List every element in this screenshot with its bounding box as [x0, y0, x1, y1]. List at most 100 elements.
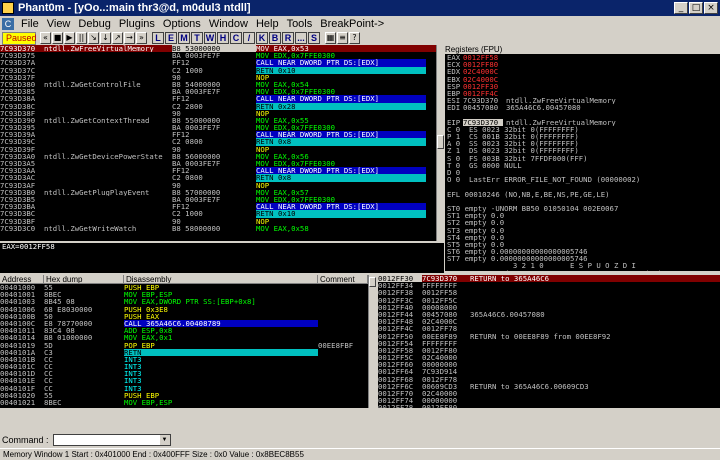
toolbar-button[interactable]: → [124, 32, 135, 44]
dump-row[interactable]: 00401000 55 PUSH EBP [0, 284, 368, 291]
stack-row[interactable]: 0012FF34 FFFFFFFF [378, 282, 720, 289]
stack-row[interactable]: 0012FF58 0012FF80 [378, 347, 720, 354]
dump-row[interactable]: 00401011 83C4 08 ADD ESP,0x8 [0, 327, 368, 334]
menu-debug[interactable]: Debug [74, 18, 114, 30]
toolbar-window-button[interactable]: C [230, 32, 242, 44]
register-row[interactable]: EBX 02C4000C [445, 76, 720, 83]
disasm-row[interactable]: 7C93D395 BA 0003FE7F MOV EDX,0x7FFE0300 [0, 124, 436, 131]
stack-row[interactable]: 0012FF40 00008000 [378, 304, 720, 311]
disassembly-scrollbar[interactable] [436, 45, 444, 241]
register-row[interactable]: EAX 0012FF58 [445, 54, 720, 61]
command-input[interactable]: ▼ [52, 434, 171, 446]
disasm-row[interactable]: 7C93D37F 90 NOP [0, 74, 436, 81]
disasm-row[interactable]: 7C93D37C C2 1000 RETN 0x10 [0, 66, 436, 74]
close-button[interactable]: × [704, 2, 718, 14]
disasm-row[interactable]: 7C93D39A FF12 CALL NEAR DWORD PTR DS:[EDX] [0, 131, 436, 139]
toolbar-window-button[interactable]: ... [295, 32, 307, 44]
disasm-row[interactable]: 7C93D375 BA 0003FE7F MOV EDX,0x7FFE0300 [0, 52, 436, 59]
maximize-button[interactable]: □ [689, 2, 703, 14]
dump-row[interactable]: 0040101D CC INT3 [0, 370, 368, 377]
register-row[interactable]: ESP 0012FF30 [445, 83, 720, 90]
menu-breakpoint[interactable]: BreakPoint-> [316, 18, 388, 30]
disasm-row[interactable]: 7C93D38A FF12 CALL NEAR DWORD PTR DS:[EDX] [0, 95, 436, 103]
register-row[interactable]: EDX 02C4000C [445, 68, 720, 75]
dump-row[interactable]: 00401020 55 PUSH EBP [0, 392, 368, 399]
stack-row[interactable]: 0012FF54 FFFFFFFF [378, 340, 720, 347]
disasm-row[interactable]: 7C93D3AA FF12 CALL NEAR DWORD PTR DS:[EDX] [0, 167, 436, 175]
toolbar-button[interactable]: ■ [52, 32, 63, 44]
register-row[interactable]: EBP 0012FF4C [445, 90, 720, 97]
toolbar-window-button[interactable]: M [178, 32, 190, 44]
disasm-row[interactable]: 7C93D3AF 90 NOP [0, 182, 436, 189]
register-row[interactable]: ESI 7C93D370 ntdll.ZwFreeVirtualMemory [445, 97, 720, 104]
toolbar-extra-button[interactable]: ▦ [325, 32, 336, 44]
toolbar-extra-button[interactable]: ≡ [337, 32, 348, 44]
disasm-row[interactable]: 7C93D38C C2 2800 RETN 0x28 [0, 102, 436, 110]
toolbar-window-button[interactable]: B [269, 32, 281, 44]
stack-row[interactable]: 0012FF4C 0012FF78 [378, 325, 720, 332]
stack-row[interactable]: 0012FF70 02C40000 [378, 390, 720, 397]
register-row[interactable]: ECX 0012FF80 [445, 61, 720, 68]
menu-help[interactable]: Help [252, 18, 283, 30]
toolbar-button[interactable]: « [40, 32, 51, 44]
disasm-row[interactable]: 7C93D3B0 ntdll.ZwGetPlugPlayEvent B8 57000… [0, 189, 436, 196]
stack-row[interactable]: 0012FF64 7C93D914 [378, 368, 720, 375]
col-disassembly[interactable]: Disassembly [124, 275, 318, 283]
toolbar-button[interactable]: ▶ [64, 32, 75, 44]
dump-row[interactable]: 00401014 B8 01000000 MOV EAX,0x1 [0, 334, 368, 341]
toolbar-window-button[interactable]: H [217, 32, 229, 44]
dump-row[interactable]: 0040101F CC INT3 [0, 385, 368, 392]
toolbar-button[interactable]: ↘ [88, 32, 99, 44]
chevron-down-icon[interactable]: ▼ [159, 435, 170, 445]
stack-row[interactable]: 0012FF60 00000000 [378, 361, 720, 368]
stack-row[interactable]: 0012FF6C 00609CD3 RETURN to 365A46C6.00609… [378, 383, 720, 390]
registers-pane[interactable]: Registers (FPU) EAX 0012FF58 ECX 0012FF80 EDX… [445, 45, 720, 271]
stack-row[interactable]: 0012FF780012FF80 [378, 404, 720, 408]
stack-row[interactable]: 0012FF3C 0012FF5C [378, 297, 720, 304]
stack-row[interactable]: 0012FF5C 02C40000 [378, 354, 720, 361]
menu-tools[interactable]: Tools [283, 18, 317, 30]
menu-view[interactable]: View [43, 18, 75, 30]
dump-row[interactable]: 0040100B 50 PUSH EAX [0, 313, 368, 320]
toolbar-window-button[interactable]: T [191, 32, 203, 44]
stack-row[interactable]: 0012FF44 00457080 365A46C6.00457080 [378, 311, 720, 318]
toolbar-button[interactable]: » [136, 32, 147, 44]
dump-pane[interactable]: 00401000 55 PUSH EBP 00401001 8BEC MOV EBP,ES… [0, 284, 368, 408]
disasm-row[interactable]: 7C93D380 ntdll.ZwGetControlFile B8 5400000… [0, 81, 436, 88]
toolbar-window-button[interactable]: E [165, 32, 177, 44]
stack-row[interactable]: 0012FF50 00EE8F89 RETURN to 00EE8F89 from … [378, 333, 720, 340]
stack-row[interactable]: 0012FF30 7C93D370 RETURN to 365A46C6 [378, 275, 720, 283]
stack-row[interactable]: 0012FF68 0012FF78 [378, 376, 720, 383]
disasm-row[interactable]: 7C93D3B5 BA 0003FE7F MOV EDX,0x7FFE0300 [0, 196, 436, 203]
col-hexdump[interactable]: Hex dump [44, 275, 124, 283]
stack-pane[interactable]: 0012FF30 7C93D370 RETURN to 365A46C6 0012FF… [378, 275, 720, 408]
stack-row[interactable]: 0012FF48 02C4000C [378, 318, 720, 325]
menu-window[interactable]: Window [205, 18, 252, 30]
disasm-row[interactable]: 7C93D3BC C2 1000 RETN 0x10 [0, 210, 436, 218]
toolbar-window-button[interactable]: W [204, 32, 216, 44]
col-comment[interactable]: Comment [318, 275, 368, 283]
dump-row[interactable]: 00401003 8B45 08 MOV EAX,DWORD PTR SS:[EBP… [0, 298, 368, 305]
dump-row[interactable]: 0040101A C3 RETN [0, 348, 368, 356]
toolbar-button[interactable]: || [76, 32, 87, 44]
toolbar-window-button[interactable]: / [243, 32, 255, 44]
dump-row[interactable]: 00401021 8BEC MOV EBP,ESP [0, 399, 368, 406]
disasm-row[interactable]: 7C93D370 ntdll.ZwFreeVirtualMemory B8 5300… [0, 45, 436, 53]
disasm-row[interactable]: 7C93D3BA FF12 CALL NEAR DWORD PTR DS:[EDX] [0, 203, 436, 211]
dump-row[interactable]: 00401001 8BEC MOV EBP,ESP [0, 291, 368, 298]
dump-row[interactable]: 00401019 5D POP EBP 00EE8FBF [0, 342, 368, 349]
menu-file[interactable]: File [17, 18, 43, 30]
child-window-icon[interactable]: C [2, 17, 14, 30]
toolbar-window-button[interactable]: L [152, 32, 164, 44]
disasm-row[interactable]: 7C93D39F 90 NOP [0, 146, 436, 153]
dump-row[interactable]: 0040101C CC INT3 [0, 363, 368, 370]
toolbar-button[interactable]: ↗ [112, 32, 123, 44]
register-row[interactable]: EDI 00457080 365A46C6.00457080 [445, 104, 720, 111]
toolbar-extra-button[interactable]: ? [349, 32, 360, 44]
stack-row[interactable]: 0012FF74 00000000 [378, 397, 720, 404]
menu-options[interactable]: Options [159, 18, 205, 30]
toolbar-window-button[interactable]: R [282, 32, 294, 44]
disasm-row[interactable]: 7C93D3AC C2 0800 RETN 0x8 [0, 174, 436, 182]
menu-plugins[interactable]: Plugins [115, 18, 159, 30]
disasm-row[interactable]: 7C93D3A0 ntdll.ZwGetDevicePowerState B8 56… [0, 153, 436, 160]
